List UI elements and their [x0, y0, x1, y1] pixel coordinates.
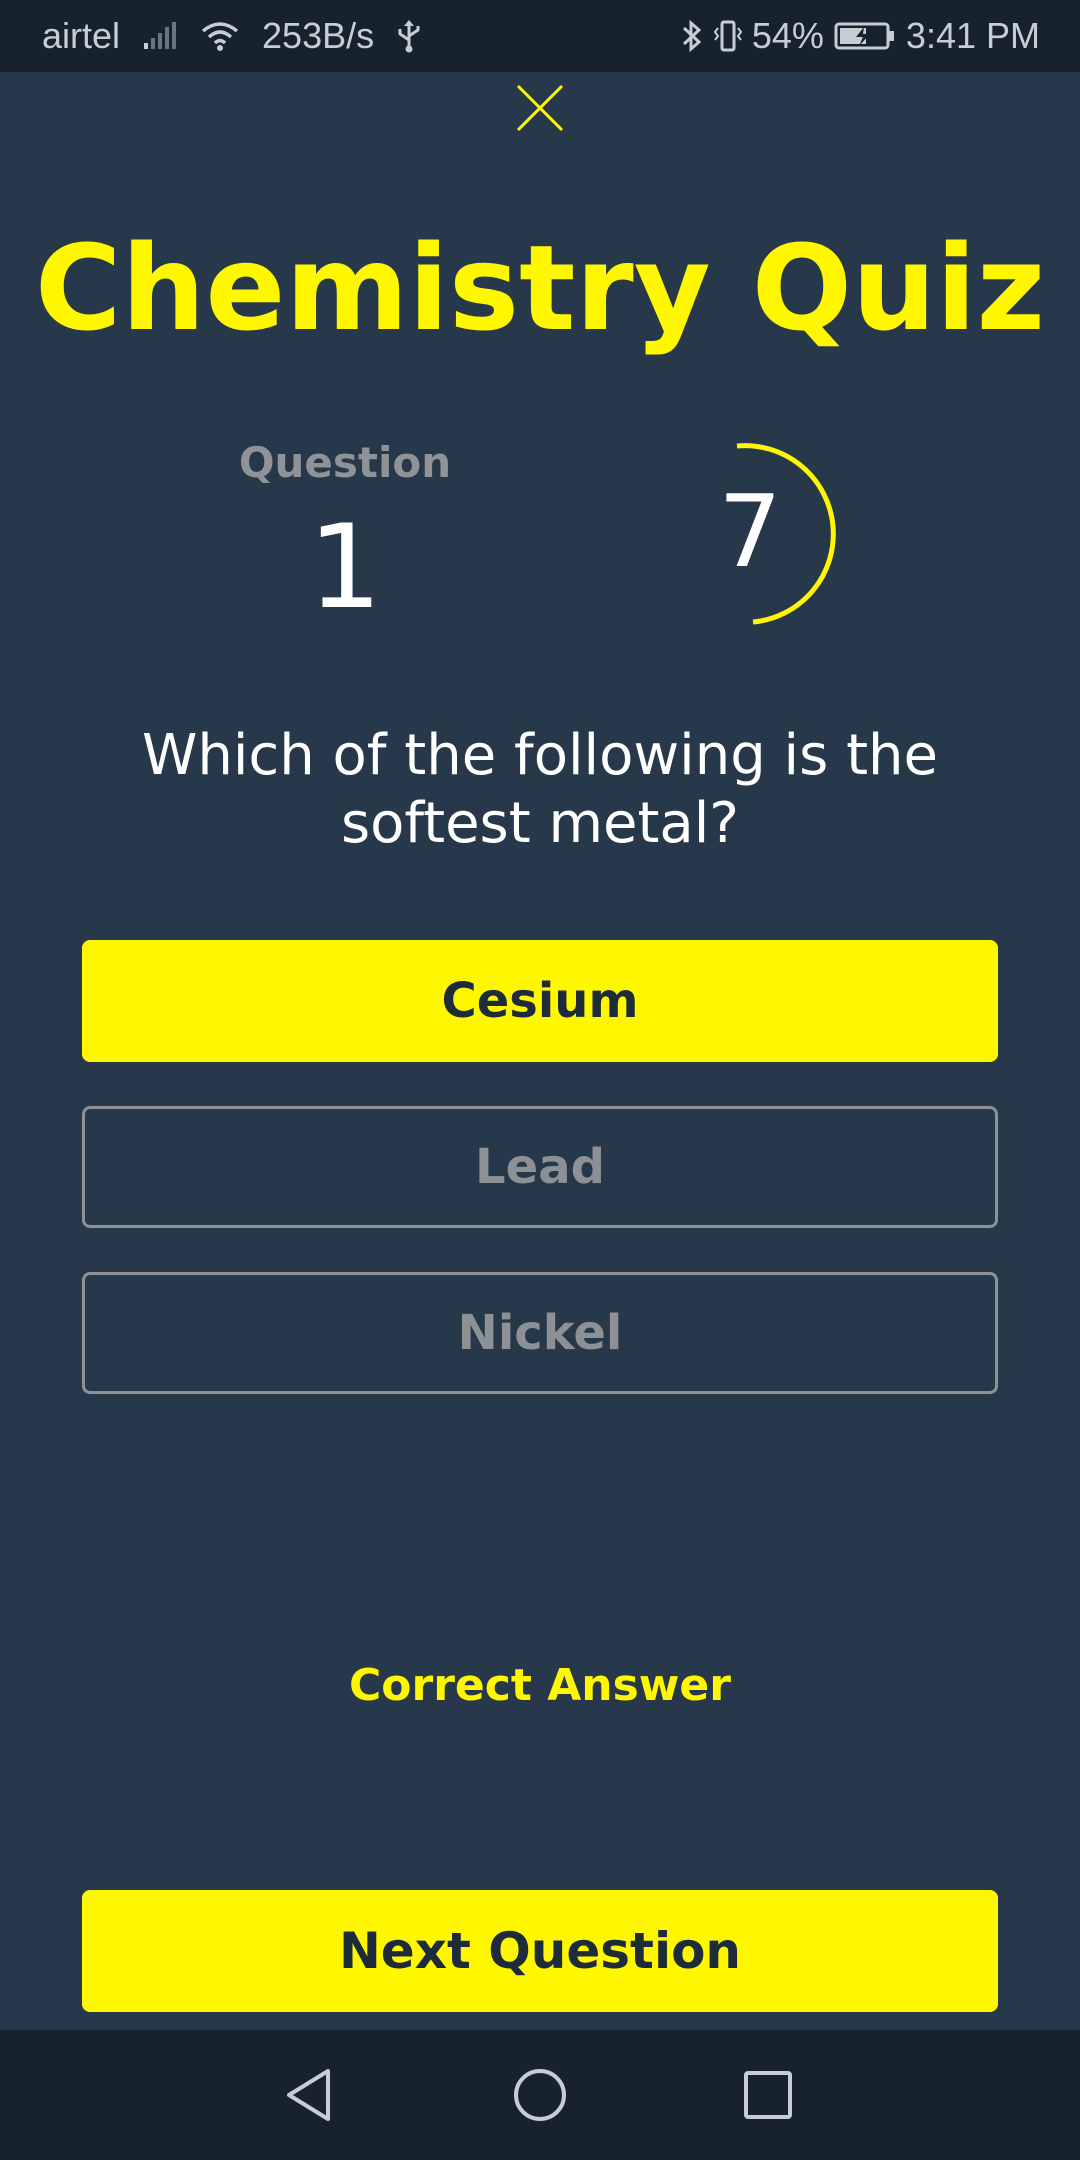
vibrate-icon [713, 18, 742, 54]
answer-option-lead[interactable]: Lead [82, 1106, 998, 1228]
result-message: Correct Answer [349, 1660, 731, 1711]
quiz-title: Chemistry Quiz [34, 219, 1046, 357]
timer-value: 7 [718, 473, 782, 590]
signal-icon [142, 21, 178, 51]
network-speed: 253B/s [262, 15, 375, 56]
question-label: Question [238, 438, 452, 487]
close-icon [516, 84, 564, 132]
bluetooth-icon [680, 18, 704, 54]
answer-option-cesium[interactable]: Cesium [82, 940, 998, 1062]
back-icon [287, 2069, 330, 2121]
home-button[interactable] [500, 2055, 580, 2135]
back-button[interactable] [269, 2055, 349, 2135]
recents-icon [744, 2071, 792, 2119]
answer-option-nickel[interactable]: Nickel [82, 1272, 998, 1394]
close-button[interactable] [512, 80, 568, 136]
battery-charging-icon [834, 20, 896, 52]
recents-button[interactable] [728, 2055, 808, 2135]
carrier-name: airtel [42, 15, 121, 56]
next-question-button[interactable]: Next Question [82, 1890, 998, 2012]
status-bar: airtel 253B/s 54% 3:41 PM [0, 0, 1080, 72]
home-icon [514, 2069, 566, 2121]
question-number: 1 [308, 500, 382, 635]
usb-icon [396, 18, 422, 54]
battery-percent: 54% [751, 15, 824, 56]
navigation-bar [0, 2030, 1080, 2160]
question-text: Which of the following is the softest me… [142, 723, 938, 856]
wifi-icon [200, 20, 240, 52]
countdown-timer: 7 [680, 440, 840, 630]
clock: 3:41 PM [905, 15, 1040, 56]
